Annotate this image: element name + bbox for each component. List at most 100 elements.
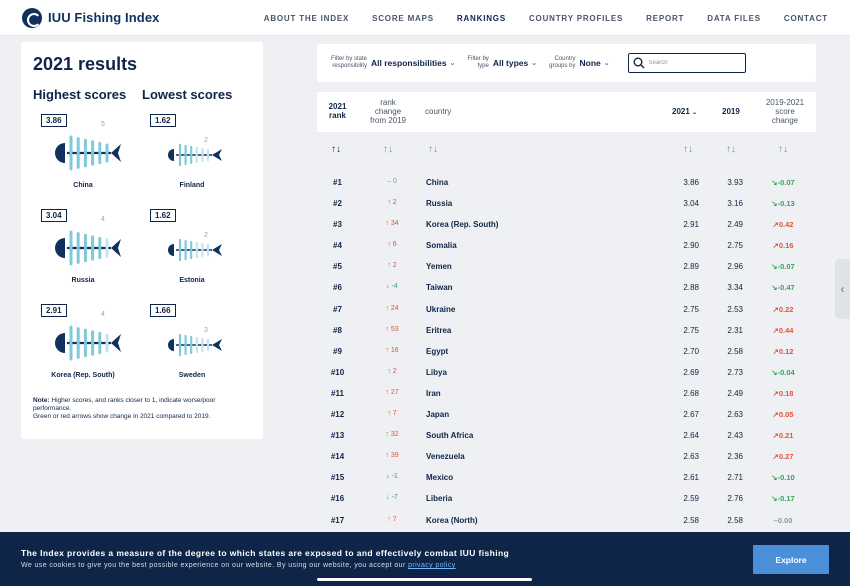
rank-change-cell: ↑ 27 bbox=[385, 388, 399, 396]
score-box: 2.91 bbox=[41, 304, 67, 317]
rank-cell: #7 bbox=[333, 304, 342, 314]
country-cell: Korea (Rep. South) bbox=[426, 220, 499, 230]
table-row[interactable]: #10 ↑ 2 Libya 2.69 2.73 ↘-0.04 bbox=[317, 362, 816, 383]
score-change-cell: ↗0.27 bbox=[772, 452, 794, 462]
score-change-cell: ↘-0.04 bbox=[771, 367, 795, 377]
table-row[interactable]: #14 ↑ 39 Venezuela 2.63 2.36 ↗0.27 bbox=[317, 446, 816, 467]
score-2021-cell: 3.04 bbox=[683, 199, 699, 209]
score-change-cell: ↘-0.47 bbox=[771, 283, 795, 293]
table-row[interactable]: #7 ↑ 24 Ukraine 2.75 2.53 ↗0.22 bbox=[317, 299, 816, 320]
table-row[interactable]: #12 ↑ 7 Japan 2.67 2.63 ↗0.05 bbox=[317, 404, 816, 425]
nav-about[interactable]: ABOUT THE INDEX bbox=[264, 14, 349, 23]
fish-card-lowest[interactable]: 1.62 2 Finland bbox=[150, 114, 260, 202]
rank-cell: #5 bbox=[333, 262, 342, 272]
score-2021-cell: 3.86 bbox=[683, 178, 699, 187]
type-dropdown[interactable]: All types ⌄ bbox=[493, 58, 537, 68]
score-2021-cell: 2.58 bbox=[683, 515, 699, 525]
score-2021-cell: 2.61 bbox=[683, 473, 699, 483]
score-2019-cell: 2.43 bbox=[727, 431, 743, 441]
fish-card-highest[interactable]: 3.04 4 Russia bbox=[41, 209, 151, 297]
table-row[interactable]: #5 ↑ 2 Yemen 2.89 2.96 ↘-0.07 bbox=[317, 256, 816, 277]
header-rank-line-2: rank bbox=[329, 111, 346, 120]
nav-data-files[interactable]: DATA FILES bbox=[707, 14, 761, 23]
table-row[interactable]: #16 ↓ -7 Liberia 2.59 2.76 ↘-0.17 bbox=[317, 488, 816, 509]
fish-country-name: Finland bbox=[179, 182, 205, 189]
country-cell: Russia bbox=[426, 199, 453, 209]
rank-change-cell: ↑ 6 bbox=[387, 241, 397, 249]
table-row[interactable]: #8 ↑ 53 Eritrea 2.75 2.31 ↗0.44 bbox=[317, 320, 816, 341]
privacy-policy-link[interactable]: privacy policy bbox=[408, 562, 456, 569]
header-2019-score[interactable]: 2019 bbox=[722, 107, 740, 116]
score-2021-cell: 2.91 bbox=[683, 220, 699, 230]
table-row[interactable]: #15 ↓ -1 Mexico 2.61 2.71 ↘-0.10 bbox=[317, 467, 816, 488]
sort-change-icon[interactable]: ↑↓ bbox=[383, 144, 393, 155]
sort-2019-icon[interactable]: ↑↓ bbox=[726, 144, 736, 155]
fish-card-lowest[interactable]: 1.66 3 Sweden bbox=[150, 304, 260, 392]
fish-card-highest[interactable]: 3.86 5 China bbox=[41, 114, 151, 202]
type-filter-label: Filter by type bbox=[467, 56, 488, 70]
groups-dropdown[interactable]: None ⌄ bbox=[579, 58, 609, 68]
responsibility-value: All responsibilities bbox=[371, 58, 447, 68]
nav-report[interactable]: REPORT bbox=[646, 14, 684, 23]
top-navigation-bar: IUU Fishing Index ABOUT THE INDEX SCORE … bbox=[0, 0, 850, 36]
table-row[interactable]: #4 ↑ 6 Somalia 2.90 2.75 ↗0.16 bbox=[317, 235, 816, 256]
score-change-cell: ↘-0.10 bbox=[771, 473, 795, 483]
logo-text: IUU Fishing Index bbox=[48, 10, 160, 25]
type-label-line-1: Filter by bbox=[467, 56, 489, 62]
rank-cell: #2 bbox=[333, 199, 342, 209]
rank-change-cell: ↑ 2 bbox=[387, 199, 397, 207]
sort-2021-icon[interactable]: ↑↓ bbox=[683, 144, 693, 155]
search-input[interactable] bbox=[648, 60, 739, 66]
table-row[interactable]: #13 ↑ 32 South Africa 2.64 2.43 ↗0.21 bbox=[317, 425, 816, 446]
fish-skeleton-icon bbox=[168, 143, 222, 167]
country-cell: Taiwan bbox=[426, 283, 453, 293]
sort-delta-icon[interactable]: ↑↓ bbox=[778, 144, 788, 155]
fish-card-lowest[interactable]: 1.62 2 Estonia bbox=[150, 209, 260, 297]
site-logo[interactable]: IUU Fishing Index bbox=[22, 7, 160, 28]
banner-title: The Index provides a measure of the degr… bbox=[21, 548, 510, 558]
header-2021-rank[interactable]: 2021 rank bbox=[317, 102, 358, 120]
score-2019-cell: 2.58 bbox=[727, 515, 743, 525]
responsibility-dropdown[interactable]: All responsibilities ⌄ bbox=[371, 58, 455, 68]
header-change-line-1: rank bbox=[380, 98, 396, 107]
table-row[interactable]: #9 ↑ 16 Egypt 2.70 2.58 ↗0.12 bbox=[317, 341, 816, 362]
fish-card-highest[interactable]: 2.91 4 Korea (Rep. South) bbox=[41, 304, 151, 392]
rank-change-cell: ↓ -4 bbox=[386, 283, 398, 291]
header-score-change[interactable]: 2019-2021 score change bbox=[757, 98, 813, 125]
search-icon bbox=[633, 57, 645, 69]
table-row[interactable]: #11 ↑ 27 Iran 2.68 2.49 ↗0.18 bbox=[317, 383, 816, 404]
search-box[interactable] bbox=[627, 53, 746, 73]
nav-country-profiles[interactable]: COUNTRY PROFILES bbox=[529, 14, 623, 23]
sort-rank-icon[interactable]: ↑↓ bbox=[331, 144, 341, 155]
sort-country-icon[interactable]: ↑↓ bbox=[428, 144, 438, 155]
score-box: 1.62 bbox=[150, 114, 176, 127]
rank-change-cell: ↑ 16 bbox=[385, 346, 399, 354]
chevron-down-icon: ⌄ bbox=[449, 60, 456, 67]
score-2021-cell: 2.70 bbox=[683, 346, 699, 356]
header-2021-score[interactable]: 2021 ⌄ bbox=[672, 107, 697, 118]
table-row[interactable]: #17 ↑ 7 Korea (North) 2.58 2.58 –0.00 bbox=[317, 510, 816, 531]
nav-contact[interactable]: CONTACT bbox=[784, 14, 828, 23]
table-row[interactable]: #6 ↓ -4 Taiwan 2.88 3.34 ↘-0.47 bbox=[317, 277, 816, 298]
nav-score-maps[interactable]: SCORE MAPS bbox=[372, 14, 434, 23]
header-2021-label: 2021 bbox=[672, 107, 690, 116]
rank-change-cell: ↑ 53 bbox=[385, 325, 399, 333]
fish-country-name: China bbox=[73, 182, 93, 189]
rank-cell: #11 bbox=[331, 388, 344, 398]
rank-change-cell: ↑ 2 bbox=[387, 262, 397, 270]
score-change-cell: ↗0.44 bbox=[772, 325, 794, 335]
header-country[interactable]: country bbox=[425, 107, 451, 116]
scrollbar-indicator[interactable] bbox=[317, 578, 532, 581]
nav-rankings[interactable]: RANKINGS bbox=[457, 14, 506, 23]
header-rank-change[interactable]: rank change from 2019 bbox=[362, 98, 414, 125]
side-panel-toggle[interactable]: ‹ bbox=[835, 259, 850, 319]
fish-country-name: Russia bbox=[71, 277, 95, 284]
country-cell: Eritrea bbox=[426, 325, 452, 335]
table-row[interactable]: #3 ↑ 34 Korea (Rep. South) 2.91 2.49 ↗0.42 bbox=[317, 214, 816, 235]
score-2019-cell: 2.31 bbox=[727, 325, 743, 335]
table-row[interactable]: #2 ↑ 2 Russia 3.04 3.16 ↘-0.13 bbox=[317, 193, 816, 214]
results-panel: 2021 results Highest scores Lowest score… bbox=[21, 42, 263, 439]
table-row[interactable]: #1 – 0 China 3.86 3.93 ↘-0.07 bbox=[317, 172, 816, 193]
explore-button[interactable]: Explore bbox=[753, 545, 829, 574]
chevron-down-icon: ⌄ bbox=[603, 60, 610, 67]
